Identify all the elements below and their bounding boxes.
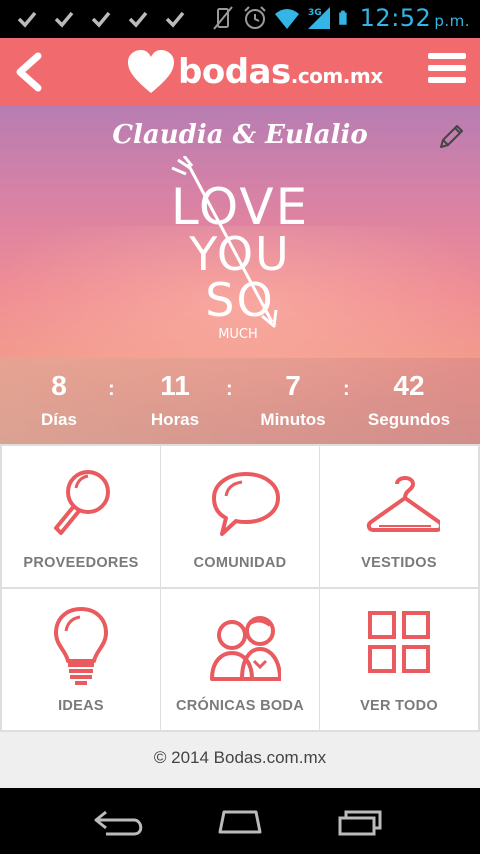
check-icon [17, 11, 37, 28]
home-icon[interactable] [212, 806, 268, 838]
menu-grid: PROVEEDORES COMUNIDAD VESTIDOS IDEAS CRÓ… [0, 444, 480, 732]
grid-icon [368, 611, 430, 673]
couple-icon [210, 616, 281, 681]
check-icon [128, 11, 148, 28]
back-chevron-icon[interactable] [12, 52, 46, 92]
svg-text:SO: SO [205, 273, 274, 327]
bodas-logo[interactable]: bodas.com.mx [126, 46, 383, 98]
svg-text:3G: 3G [308, 8, 322, 18]
tile-proveedores[interactable]: PROVEEDORES [2, 446, 160, 587]
signal-icon: 3G [307, 7, 330, 29]
magnifier-icon [54, 470, 110, 535]
edit-pencil-icon[interactable] [436, 122, 466, 152]
tile-ver-todo[interactable]: VER TODO [320, 589, 478, 730]
battery-icon [338, 10, 347, 25]
hamburger-icon [428, 53, 466, 59]
footer: © 2014 Bodas.com.mx [0, 732, 480, 788]
svg-text:MUCH: MUCH [218, 327, 258, 342]
couple-names: Claudia & Eulalio [112, 120, 368, 150]
wedding-countdown: 8 Días : 11 Horas : 7 Minutos : 42 Segun… [0, 358, 480, 444]
back-arrow-icon[interactable] [92, 806, 148, 838]
tile-vestidos[interactable]: VESTIDOS [320, 446, 478, 587]
system-nav-bar [0, 788, 480, 854]
clock: 12:52 p.m. [359, 4, 470, 32]
check-icon [165, 11, 185, 28]
speech-bubble-icon [212, 472, 280, 536]
copyright-text: © 2014 Bodas.com.mx [153, 748, 327, 767]
wifi-icon [274, 9, 299, 29]
menu-button[interactable] [428, 53, 466, 87]
heart-logo-icon [128, 50, 174, 93]
countdown-days: 8 Días [41, 370, 77, 429]
love-you-so-much-art: LOVE YOU SO MUCH [171, 156, 307, 342]
lightbulb-icon [54, 607, 108, 685]
status-bar: 3G 12:52 p.m. [0, 0, 480, 38]
tile-ideas[interactable]: IDEAS [2, 589, 160, 730]
app-header: bodas.com.mx [0, 38, 480, 106]
check-icon [54, 11, 74, 28]
couple-hero: Claudia & Eulalio LOVE YOU SO MUCH 8 Día… [0, 106, 480, 444]
hanger-icon [366, 476, 440, 532]
notification-icons [16, 9, 186, 29]
countdown-hours: 11 Horas [150, 370, 200, 429]
logo-text: bodas.com.mx [178, 52, 383, 92]
countdown-seconds: 42 Segundos [367, 370, 451, 429]
tile-cronicas-boda[interactable]: CRÓNICAS BODA [161, 589, 319, 730]
tile-comunidad[interactable]: COMUNIDAD [161, 446, 319, 587]
check-icon [91, 11, 111, 28]
vibrate-off-icon [212, 6, 233, 30]
alarm-icon [243, 6, 266, 29]
countdown-minutes: 7 Minutos [260, 370, 326, 429]
recent-apps-icon[interactable] [332, 806, 388, 838]
